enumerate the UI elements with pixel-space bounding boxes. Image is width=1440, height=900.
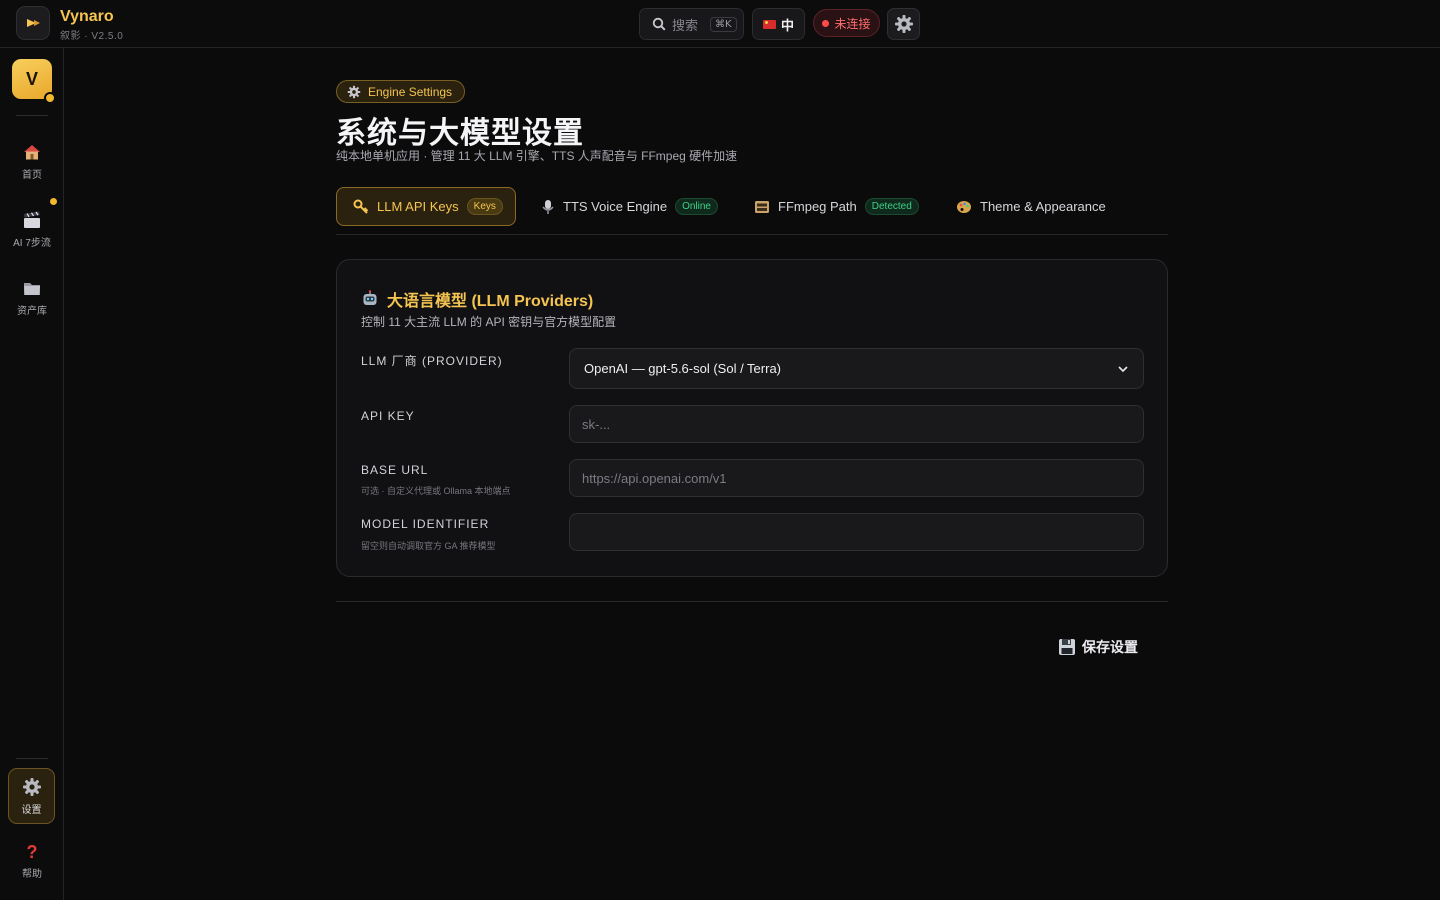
tab-pill: Detected: [864, 198, 919, 215]
search-button[interactable]: 搜索 ⌘K: [639, 8, 744, 40]
save-settings-button[interactable]: 保存设置: [1058, 634, 1138, 660]
sidebar: V 首页 AI 7步流 资产库 设置 ? 帮助: [0, 48, 64, 900]
connection-status-badge[interactable]: 未连接: [813, 9, 880, 37]
gear-icon: [894, 15, 913, 33]
key-icon: [353, 199, 369, 214]
search-label: 搜索: [672, 17, 699, 33]
base-url-label: BASE URL: [361, 463, 429, 477]
base-url-hint: 可选 · 自定义代理或 Ollama 本地端点: [361, 486, 511, 496]
gear-icon: [22, 777, 41, 796]
palette-icon: [957, 200, 971, 213]
house-icon: [24, 144, 40, 159]
section-divider: [336, 601, 1168, 602]
save-button-label: 保存设置: [1082, 639, 1138, 655]
tab-label: LLM API Keys: [377, 199, 459, 214]
chevron-down-icon: [1118, 366, 1128, 373]
language-label: 中: [780, 17, 794, 33]
tab-label: FFmpeg Path: [778, 199, 857, 214]
sidebar-item-settings[interactable]: 设置: [8, 768, 55, 824]
section-badge: Engine Settings: [336, 80, 466, 103]
status-dot-icon: [822, 19, 830, 27]
section-badge-label: Engine Settings: [368, 84, 453, 99]
tab-pill: Keys: [466, 198, 503, 215]
app-logo[interactable]: [16, 6, 50, 40]
sidebar-item-label: AI 7步流: [13, 237, 51, 249]
settings-button[interactable]: [887, 8, 920, 40]
sidebar-item-assets[interactable]: 资产库: [6, 270, 58, 324]
question-mark-icon: ?: [26, 841, 38, 862]
tab-ffmpeg-path[interactable]: FFmpeg Path Detected: [754, 187, 919, 226]
card-title-text: 大语言模型 (LLM Providers): [387, 293, 594, 310]
clapperboard-icon: [24, 211, 40, 228]
provider-label: LLM 厂商 (PROVIDER): [361, 354, 503, 368]
connection-status-text: 未连接: [834, 16, 871, 31]
provider-selected-value: OpenAI — gpt-5.6-sol (Sol / Terra): [584, 361, 782, 376]
sidebar-divider: [16, 758, 48, 759]
film-frames-icon: [755, 200, 769, 213]
sidebar-divider: [16, 115, 48, 116]
search-shortcut: ⌘K: [710, 16, 737, 32]
api-key-label: API KEY: [361, 409, 415, 423]
language-switcher[interactable]: 中: [752, 8, 805, 40]
tab-theme-appearance[interactable]: Theme & Appearance: [956, 187, 1106, 226]
sidebar-item-workflow[interactable]: AI 7步流: [6, 202, 58, 256]
base-url-input[interactable]: https://api.openai.com/v1: [569, 459, 1144, 497]
app-version: 叙影 · V2.5.0: [60, 31, 124, 42]
tab-llm-api-keys[interactable]: LLM API Keys Keys: [336, 187, 516, 226]
provider-select[interactable]: OpenAI — gpt-5.6-sol (Sol / Terra): [569, 348, 1144, 389]
sidebar-item-label: 首页: [22, 169, 42, 181]
robot-icon: [363, 290, 377, 305]
base-url-placeholder: https://api.openai.com/v1: [582, 470, 727, 486]
notification-dot: [50, 198, 57, 205]
avatar-status-dot: [44, 92, 56, 104]
microphone-icon: [542, 199, 554, 214]
model-identifier-hint: 留空则自动调取官方 GA 推荐模型: [361, 541, 496, 551]
settings-tabs: LLM API Keys Keys TTS Voice Engine Onlin…: [336, 187, 1168, 235]
model-identifier-label: MODEL IDENTIFIER: [361, 517, 490, 531]
folder-icon: [24, 282, 40, 295]
llm-settings-card: 大语言模型 (LLM Providers) 控制 11 大主流 LLM 的 AP…: [336, 259, 1168, 577]
sidebar-item-label: 设置: [21, 804, 42, 816]
top-bar: Vynaro 叙影 · V2.5.0 搜索 ⌘K 中 未连接: [0, 0, 1440, 48]
api-key-placeholder: sk-...: [582, 416, 611, 432]
sidebar-item-help[interactable]: ? 帮助: [6, 834, 58, 888]
tab-label: TTS Voice Engine: [563, 199, 668, 214]
sidebar-item-label: 资产库: [17, 305, 47, 317]
tab-pill: Online: [675, 198, 718, 215]
model-identifier-input[interactable]: [569, 513, 1144, 551]
tab-tts-voice-engine[interactable]: TTS Voice Engine Online: [541, 187, 718, 226]
page-title: 系统与大模型设置: [336, 117, 584, 150]
gear-icon: [347, 85, 361, 98]
play-logo-icon: [27, 19, 40, 27]
card-title: 大语言模型 (LLM Providers): [361, 287, 593, 311]
floppy-disk-icon: [1059, 639, 1075, 655]
card-subtitle: 控制 11 大主流 LLM 的 API 密钥与官方模型配置: [361, 315, 617, 329]
sidebar-item-home[interactable]: 首页: [6, 134, 58, 188]
sidebar-item-label: 帮助: [22, 868, 42, 880]
china-flag-icon: [762, 19, 776, 29]
api-key-input[interactable]: sk-...: [569, 405, 1144, 443]
search-icon: [652, 17, 666, 31]
tab-label: Theme & Appearance: [980, 199, 1106, 214]
app-name: Vynaro: [60, 8, 114, 25]
page-subtitle: 纯本地单机应用 · 管理 11 大 LLM 引擎、TTS 人声配音与 FFmpe…: [336, 149, 738, 163]
